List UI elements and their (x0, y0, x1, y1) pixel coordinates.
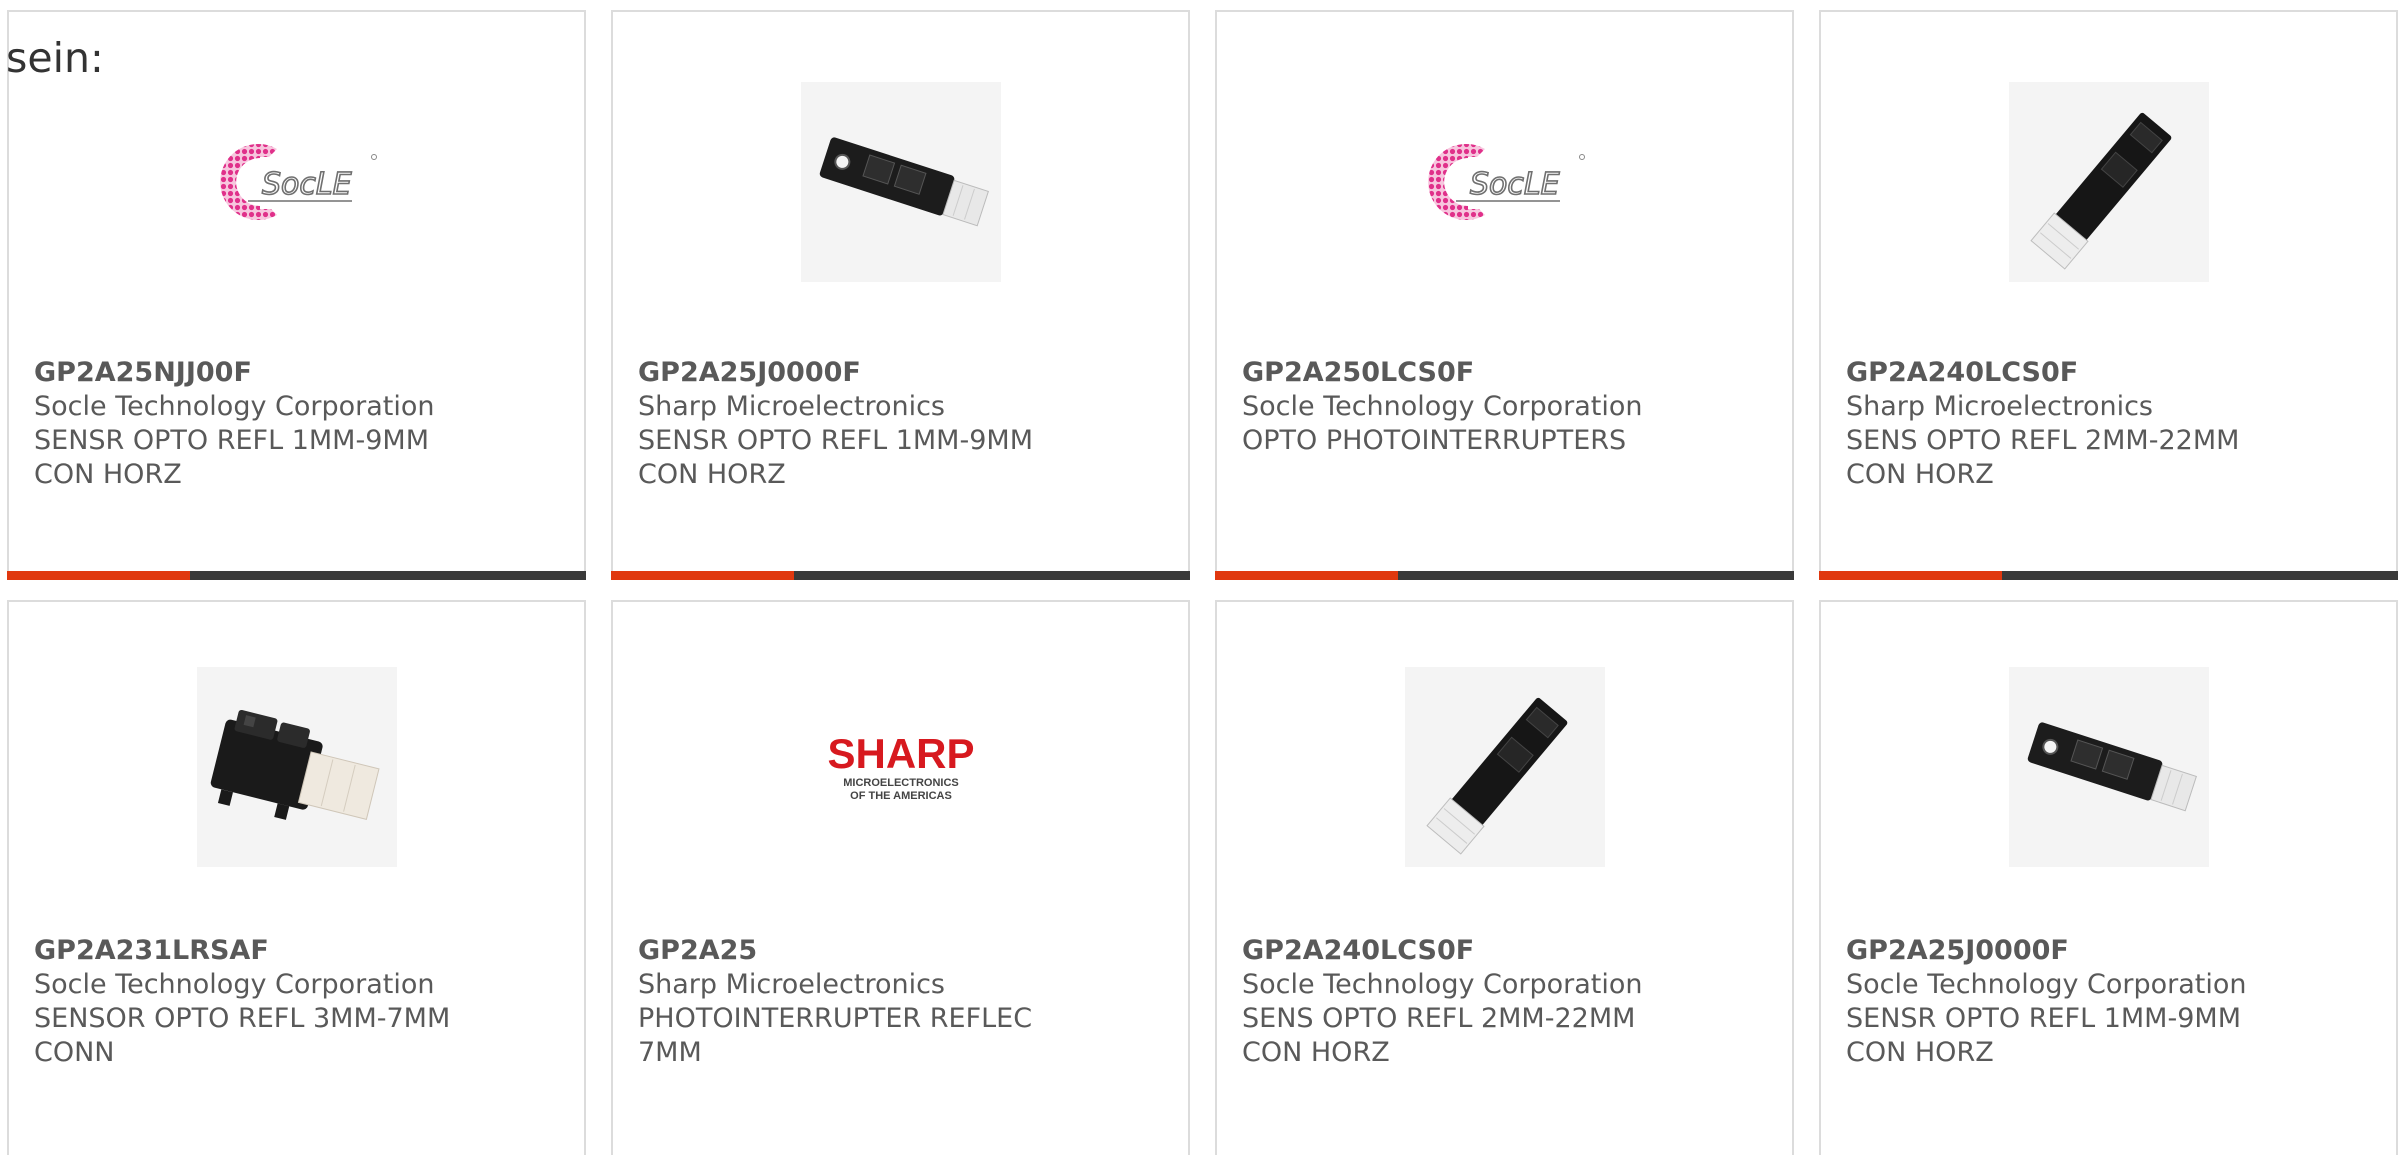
product-image (9, 657, 584, 877)
sharp-logo: SHARP MICROELECTRONICS OF THE AMERICAS (796, 712, 1006, 822)
description: SENS OPTO REFL 2MM-22MM CON HORZ (1242, 1003, 1636, 1068)
description: SENSR OPTO REFL 1MM-9MM CON HORZ (638, 425, 1033, 490)
card-accent-bar (1819, 571, 2398, 580)
manufacturer: Socle Technology Corporation (1242, 969, 1643, 1000)
part-number[interactable]: GP2A25J0000F (1846, 934, 2376, 968)
part-number[interactable]: GP2A240LCS0F (1846, 356, 2376, 390)
product-card[interactable]: GP2A231LRSAF Socle Technology Corporatio… (7, 600, 586, 1155)
sensor-flat-photo (800, 82, 1001, 282)
product-info: GP2A240LCS0F Socle Technology Corporatio… (1242, 934, 1772, 1070)
part-number[interactable]: GP2A231LRSAF (34, 934, 564, 968)
manufacturer: Socle Technology Corporation (1242, 391, 1643, 422)
product-card[interactable]: GP2A240LCS0F Socle Technology Corporatio… (1215, 600, 1794, 1155)
product-card[interactable]: SocLE GP2A250LCS0F Socle Technology Corp… (1215, 10, 1794, 580)
product-image (1821, 657, 2396, 877)
part-number[interactable]: GP2A25NJJ00F (34, 356, 564, 390)
product-info: GP2A25J0000F Sharp Microelectronics SENS… (638, 356, 1168, 492)
product-card[interactable]: SHARP MICROELECTRONICS OF THE AMERICAS G… (611, 600, 1190, 1155)
product-info: GP2A240LCS0F Sharp Microelectronics SENS… (1846, 356, 2376, 492)
sensor-connector-photo (196, 667, 397, 867)
svg-text:MICROELECTRONICS: MICROELECTRONICS (843, 777, 959, 789)
sensor-flat-photo (2008, 667, 2209, 867)
product-image: SocLE (9, 72, 584, 292)
product-image (1217, 657, 1792, 877)
manufacturer: Socle Technology Corporation (1846, 969, 2247, 1000)
description: SENSR OPTO REFL 1MM-9MM CON HORZ (34, 425, 429, 490)
description: SENSR OPTO REFL 1MM-9MM CON HORZ (1846, 1003, 2241, 1068)
card-accent-bar (1215, 571, 1794, 580)
part-number[interactable]: GP2A250LCS0F (1242, 356, 1772, 390)
manufacturer: Sharp Microelectronics (638, 969, 945, 1000)
product-info: GP2A25NJJ00F Socle Technology Corporatio… (34, 356, 564, 492)
card-accent-bar (611, 571, 1190, 580)
sensor-diagonal-photo (2008, 82, 2209, 282)
product-grid-page: sein: SocLE GP2A25NJJ00F Socle Technolog… (0, 0, 2400, 1155)
part-number[interactable]: GP2A25J0000F (638, 356, 1168, 390)
product-image (1821, 72, 2396, 292)
description: PHOTOINTERRUPTER REFLEC 7MM (638, 1003, 1033, 1068)
manufacturer: Sharp Microelectronics (1846, 391, 2153, 422)
socle-logo: SocLE (192, 127, 402, 237)
product-info: GP2A250LCS0F Socle Technology Corporatio… (1242, 356, 1772, 458)
product-info: GP2A231LRSAF Socle Technology Corporatio… (34, 934, 564, 1070)
product-card[interactable]: GP2A25J0000F Socle Technology Corporatio… (1819, 600, 2398, 1155)
socle-logo: SocLE (1400, 127, 1610, 237)
product-image: SHARP MICROELECTRONICS OF THE AMERICAS (613, 657, 1188, 877)
card-accent-bar (7, 571, 586, 580)
svg-text:SocLE: SocLE (262, 167, 352, 202)
product-card[interactable]: GP2A240LCS0F Sharp Microelectronics SENS… (1819, 10, 2398, 580)
sensor-diagonal-photo (1404, 667, 1605, 867)
description: OPTO PHOTOINTERRUPTERS (1242, 425, 1627, 456)
intro-text: sein: (6, 34, 104, 82)
manufacturer: Sharp Microelectronics (638, 391, 945, 422)
manufacturer: Socle Technology Corporation (34, 391, 435, 422)
svg-text:SHARP: SHARP (827, 730, 974, 777)
svg-text:SocLE: SocLE (1470, 167, 1560, 202)
product-card[interactable]: GP2A25J0000F Sharp Microelectronics SENS… (611, 10, 1190, 580)
description: SENS OPTO REFL 2MM-22MM CON HORZ (1846, 425, 2240, 490)
product-info: GP2A25J0000F Socle Technology Corporatio… (1846, 934, 2376, 1070)
part-number[interactable]: GP2A25 (638, 934, 1168, 968)
svg-text:OF THE AMERICAS: OF THE AMERICAS (850, 790, 952, 802)
description: SENSOR OPTO REFL 3MM-7MM CONN (34, 1003, 451, 1068)
part-number[interactable]: GP2A240LCS0F (1242, 934, 1772, 968)
product-info: GP2A25 Sharp Microelectronics PHOTOINTER… (638, 934, 1168, 1070)
manufacturer: Socle Technology Corporation (34, 969, 435, 1000)
product-image: SocLE (1217, 72, 1792, 292)
product-card[interactable]: SocLE GP2A25NJJ00F Socle Technology Corp… (7, 10, 586, 580)
product-image (613, 72, 1188, 292)
